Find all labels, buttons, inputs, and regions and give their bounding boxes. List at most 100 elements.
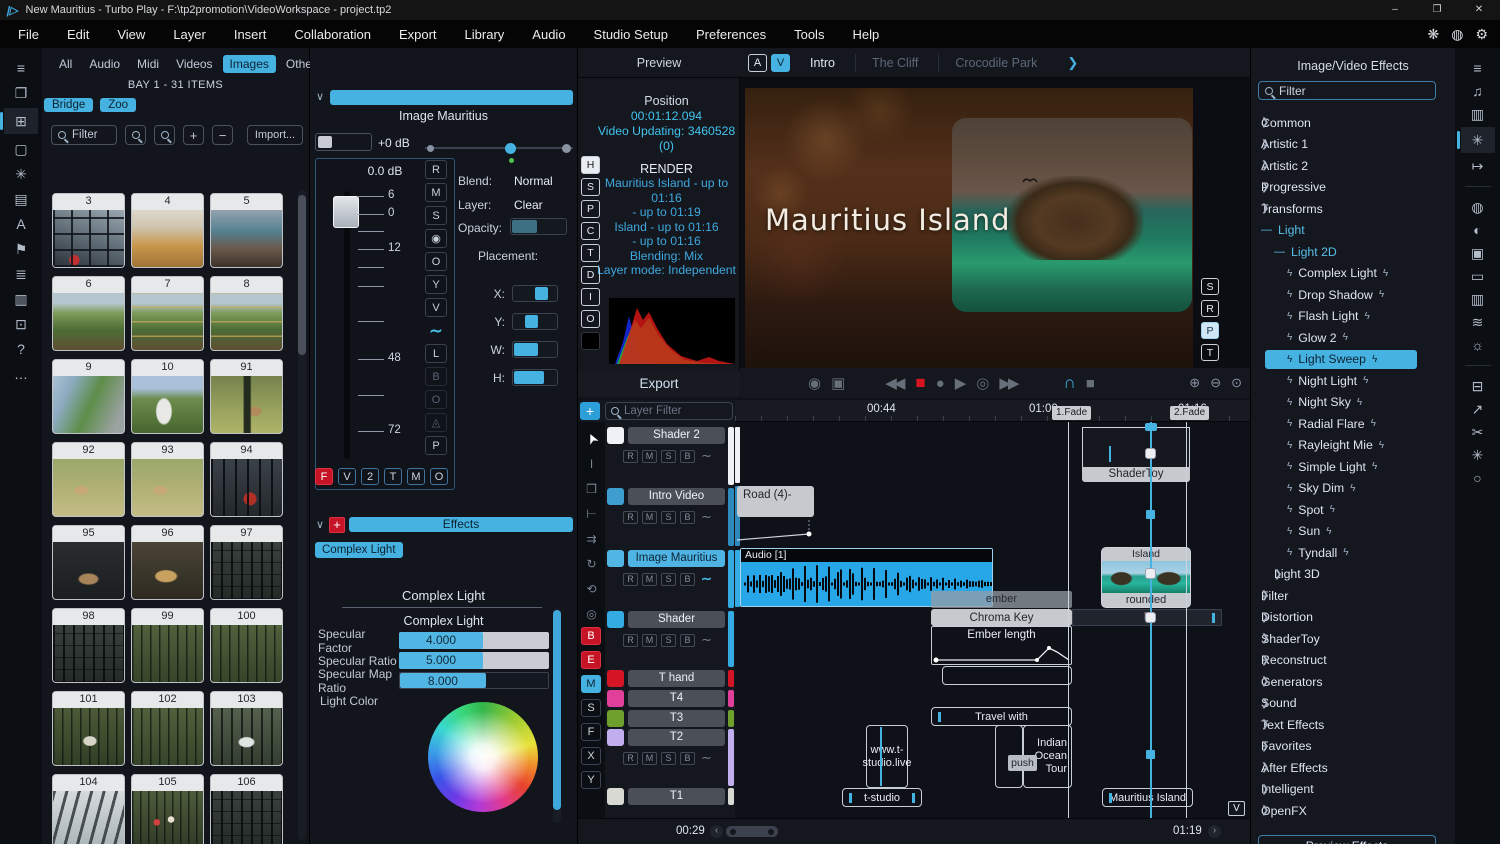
menu-studio-setup[interactable]: Studio Setup [580, 24, 682, 45]
zoom-out-thumbs-button[interactable] [154, 125, 175, 145]
fx-night-light[interactable]: ϟNight Lightϟ [1251, 371, 1451, 390]
param-value-box[interactable]: 4.000 [399, 632, 549, 649]
track-name[interactable]: Image Mauritius [628, 550, 725, 567]
track-s-button[interactable]: S [661, 511, 676, 524]
pv-s-button[interactable]: S [581, 178, 600, 196]
track-r-button[interactable]: R [623, 450, 638, 463]
tool-insert-button[interactable]: ⊢ [582, 505, 602, 523]
track-name[interactable]: T1 [628, 788, 725, 805]
balance-slider[interactable] [425, 140, 573, 156]
tl-mode-m-button[interactable]: M [581, 675, 601, 693]
track-image-mauritius[interactable]: Image MauritiusRMSB∼ [605, 550, 735, 608]
param-value-box[interactable]: 8.000 [399, 672, 549, 689]
zoom-reset-button[interactable]: ⊙ [1231, 375, 1242, 391]
layer-header-bar[interactable] [330, 90, 573, 105]
track-color-chip[interactable] [607, 788, 624, 805]
tab-overflow-arrow-icon[interactable]: ❯ [1067, 55, 1078, 71]
track-name[interactable]: Intro Video [628, 488, 725, 505]
clip-www-t-studio-live[interactable]: www.t-studio.live [866, 725, 908, 788]
minimize-button[interactable]: – [1374, 0, 1416, 20]
add-item-button[interactable]: + [183, 125, 204, 145]
eye-button[interactable]: ◉ [425, 229, 447, 248]
expand-icon[interactable]: ❯ [1261, 612, 1269, 623]
fade-marker-1-fade[interactable]: 1.Fade [1052, 406, 1091, 420]
track-s-button[interactable]: S [661, 573, 676, 586]
expand-icon[interactable]: ❯ [1261, 633, 1269, 644]
expand-icon[interactable]: ❯ [1261, 590, 1269, 601]
fx-light-3d[interactable]: ❯Light 3D [1251, 565, 1451, 584]
monitor-v-toggle[interactable]: V [771, 54, 790, 72]
media-item-96[interactable]: 96 [131, 525, 204, 600]
media-item-94[interactable]: 94 [210, 442, 283, 517]
gain-mini-handle[interactable] [318, 136, 332, 148]
track-envelope-button[interactable]: ∼ [701, 509, 712, 525]
eq-panel-icon[interactable]: ≋ [1461, 312, 1495, 332]
import-button[interactable]: Import... [247, 125, 303, 145]
track-t-hand[interactable]: T hand [605, 670, 735, 687]
p-button[interactable]: P [425, 436, 447, 455]
wave-button[interactable]: ∼ [425, 321, 447, 340]
tab-videos[interactable]: Videos [169, 55, 219, 73]
overlay-t-button[interactable]: T [1201, 344, 1219, 361]
clip-chroma-key[interactable]: Chroma Key [931, 609, 1072, 626]
tl-mode-s-button[interactable]: S [581, 699, 601, 717]
media-item-6[interactable]: 6 [52, 276, 125, 351]
tl-mode-e-button[interactable]: E [581, 651, 601, 669]
expand-icon[interactable]: ❯ [1261, 160, 1269, 171]
pv-t-button[interactable]: T [581, 244, 600, 262]
library-icon[interactable]: ▤ [4, 189, 38, 209]
menu-collaboration[interactable]: Collaboration [280, 24, 385, 45]
render-burst-icon[interactable]: ❋ [1427, 26, 1439, 43]
fx-distortion[interactable]: ❯Distortion [1251, 608, 1451, 627]
track-envelope-button[interactable]: ∼ [701, 750, 712, 766]
mode-v-button[interactable]: V [338, 468, 356, 485]
track-shader-2[interactable]: Shader 2RMSB∼ [605, 427, 735, 485]
fx-after-effects[interactable]: ❯After Effects [1251, 758, 1451, 777]
playhead-handle[interactable] [1145, 612, 1156, 623]
trim-handle[interactable] [912, 793, 915, 803]
trim-handle[interactable] [1212, 613, 1215, 623]
tab-midi[interactable]: Midi [130, 55, 166, 73]
fx-sun[interactable]: ϟSunϟ [1251, 522, 1451, 541]
tl-mode-f-button[interactable]: F [581, 723, 601, 741]
transport-marker-button[interactable]: ◉ [808, 374, 818, 392]
remove-item-button[interactable]: − [212, 125, 233, 145]
audio-panel-icon[interactable]: ♫ [1461, 81, 1495, 101]
clip-ember[interactable]: ember [931, 591, 1072, 608]
expand-icon[interactable]: ❯ [1261, 117, 1269, 128]
s-button[interactable]: S [425, 206, 447, 225]
fx-shadertoy[interactable]: ❯ShaderToy [1251, 629, 1451, 648]
clip-push[interactable]: push [1008, 755, 1037, 771]
effects-header-bar[interactable]: Effects [349, 517, 573, 532]
playhead-handle[interactable] [1146, 510, 1155, 519]
menu-export[interactable]: Export [385, 24, 451, 45]
trim-handle[interactable] [849, 793, 852, 803]
fx-generators[interactable]: ❯Generators [1251, 672, 1451, 691]
track-color-chip[interactable] [607, 611, 624, 628]
fade-line[interactable] [1186, 422, 1187, 818]
overlay-r-button[interactable]: R [1201, 300, 1219, 317]
slider-dot-right[interactable] [562, 144, 571, 153]
media-item-102[interactable]: 102 [131, 691, 204, 766]
fx-tyndall[interactable]: ϟTyndallϟ [1251, 543, 1451, 562]
clip-shadertoy[interactable]: ShaderToy [1082, 427, 1190, 468]
tl-mode-x-button[interactable]: X [581, 747, 601, 765]
fx-favorites[interactable]: ❯Favorites [1251, 737, 1451, 756]
sequence-tab-the-cliff[interactable]: The Cliff [855, 54, 934, 72]
fader-handle[interactable] [333, 196, 359, 228]
expand-icon[interactable]: ❯ [1261, 784, 1269, 795]
axis-slider-x[interactable] [512, 285, 558, 302]
track-shader[interactable]: ShaderRMSB∼ [605, 611, 735, 667]
track-m-button[interactable]: M [642, 573, 657, 586]
track-m-button[interactable]: M [642, 450, 657, 463]
transport-range-button[interactable]: ■ [1086, 375, 1092, 392]
tl-mode-y-button[interactable]: Y [581, 771, 601, 789]
media-item-91[interactable]: 91 [210, 359, 283, 434]
opacity-slider[interactable] [510, 218, 567, 235]
tab-all[interactable]: All [52, 55, 79, 73]
scroll-left-button[interactable]: ‹ [710, 825, 723, 838]
fx-panel-icon[interactable]: ✳ [1461, 445, 1495, 465]
fx-drop-shadow[interactable]: ϟDrop Shadowϟ [1251, 285, 1451, 304]
media-item-95[interactable]: 95 [52, 525, 125, 600]
zoom-in-thumbs-button[interactable] [125, 125, 146, 145]
